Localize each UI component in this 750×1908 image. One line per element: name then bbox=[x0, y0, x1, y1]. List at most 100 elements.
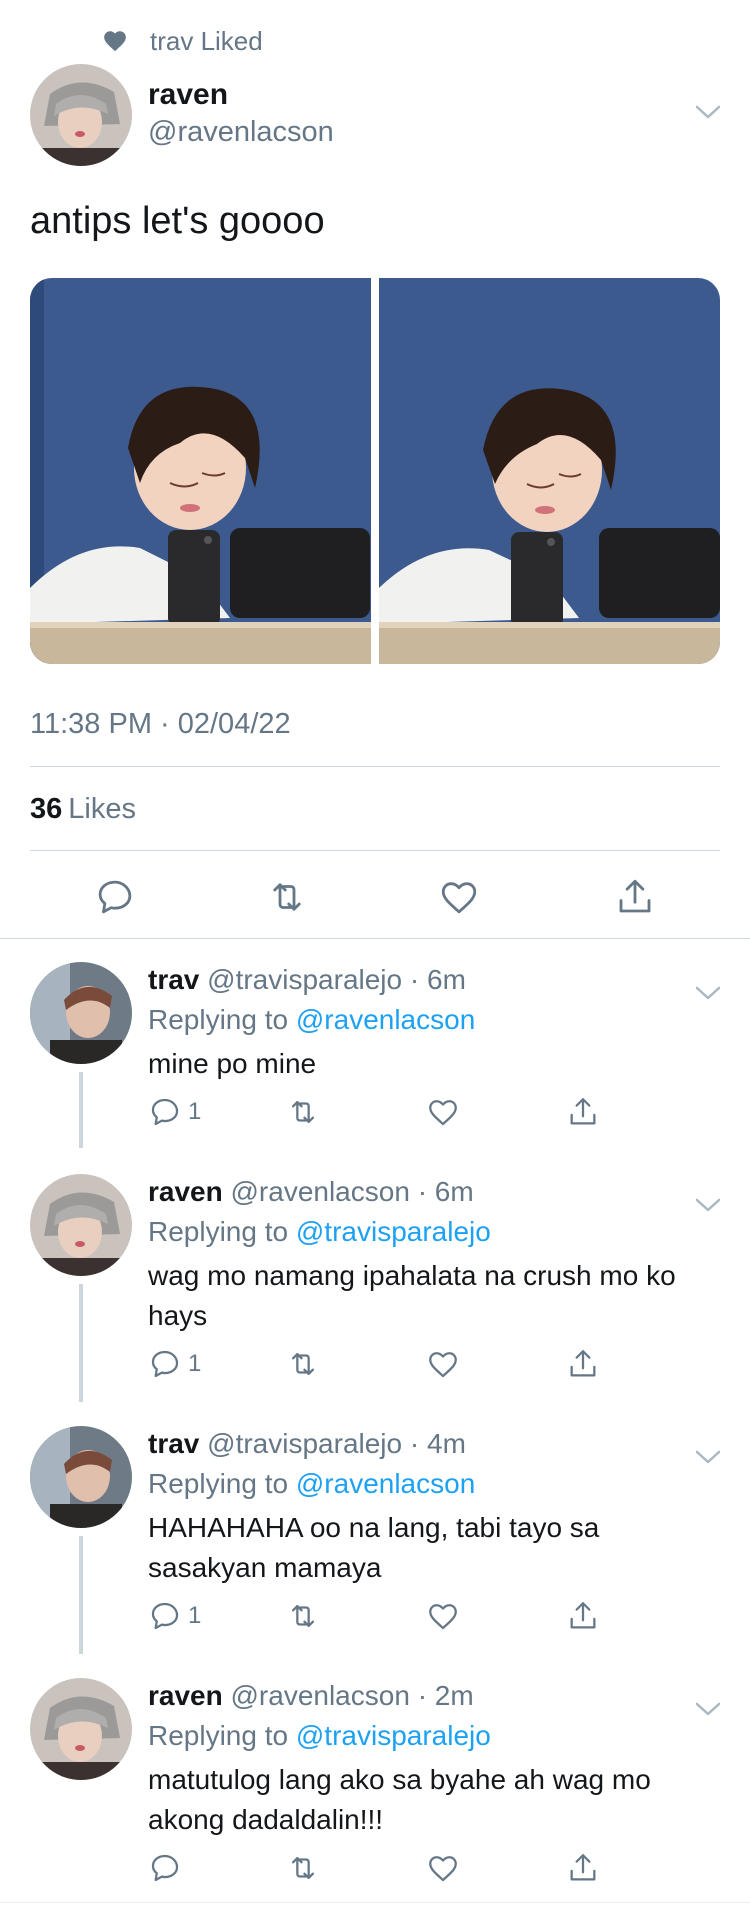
like-button[interactable] bbox=[426, 1346, 460, 1382]
avatar[interactable] bbox=[30, 1678, 132, 1780]
reply-time: · 4m bbox=[409, 1428, 466, 1459]
reply-text: matutulog lang ako sa byahe ah wag mo ak… bbox=[148, 1764, 651, 1835]
chevron-down-icon[interactable] bbox=[694, 984, 722, 1002]
reply-tweet[interactable]: raven @ravenlacson · 6m Replying to @tra… bbox=[0, 1174, 750, 1402]
reply-author-handle[interactable]: @ravenlacson bbox=[231, 1176, 410, 1207]
reply-time: · 2m bbox=[417, 1680, 474, 1711]
reply-icon bbox=[151, 1854, 179, 1882]
author-handle[interactable]: @ravenlacson bbox=[148, 116, 334, 149]
thread-line bbox=[79, 1284, 83, 1402]
retweet-button[interactable] bbox=[286, 1850, 320, 1886]
reply-author-handle[interactable]: @travisparalejo bbox=[207, 964, 402, 995]
retweet-button[interactable] bbox=[286, 1094, 320, 1130]
reply-actions bbox=[0, 1850, 750, 1886]
reply-author-name[interactable]: trav bbox=[148, 1428, 199, 1459]
social-context-label: trav Liked bbox=[150, 25, 263, 56]
reply-author-name[interactable]: raven bbox=[148, 1176, 223, 1207]
photo-image bbox=[379, 278, 720, 664]
tweet-timestamp[interactable]: 11:38 PM · 02/04/22 bbox=[30, 708, 291, 741]
avatar-photo bbox=[30, 962, 132, 1064]
share-button[interactable] bbox=[566, 1094, 600, 1130]
avatar-photo bbox=[30, 1426, 132, 1528]
share-button[interactable] bbox=[566, 1346, 600, 1382]
retweet-icon bbox=[291, 1604, 315, 1628]
tweet-text: antips let's goooo bbox=[30, 200, 325, 242]
avatar-photo bbox=[30, 1174, 132, 1276]
share-icon bbox=[570, 1854, 596, 1881]
share-icon bbox=[570, 1602, 596, 1629]
reply-count: 1 bbox=[188, 1602, 202, 1629]
avatar[interactable] bbox=[30, 1426, 132, 1528]
replying-prefix: Replying to bbox=[148, 1216, 289, 1247]
reply-tweet[interactable]: raven @ravenlacson · 2m Replying to @tra… bbox=[0, 1678, 750, 1902]
likes-number: 36 bbox=[30, 793, 63, 825]
like-button[interactable] bbox=[426, 1598, 460, 1634]
like-icon[interactable] bbox=[438, 876, 480, 918]
reply-button[interactable]: 1 bbox=[148, 1598, 201, 1634]
reply-header: trav @travisparalejo · 4m bbox=[148, 1428, 466, 1460]
reply-button[interactable]: 1 bbox=[148, 1094, 201, 1130]
avatar-photo bbox=[30, 1678, 132, 1780]
reply-tweet[interactable]: trav @travisparalejo · 6m Replying to @r… bbox=[0, 962, 750, 1148]
photo-image bbox=[30, 278, 371, 664]
avatar[interactable] bbox=[30, 1174, 132, 1276]
reply-author-name[interactable]: raven bbox=[148, 1680, 223, 1711]
like-button[interactable] bbox=[426, 1850, 460, 1886]
avatar[interactable] bbox=[30, 962, 132, 1064]
share-icon[interactable] bbox=[614, 876, 656, 918]
divider bbox=[0, 1902, 750, 1903]
reply-header: trav @travisparalejo · 6m bbox=[148, 964, 466, 996]
reply-text: HAHAHAHA oo na lang, tabi tayo sa sasaky… bbox=[148, 1512, 600, 1583]
avatar[interactable] bbox=[30, 64, 132, 166]
retweet-button[interactable] bbox=[286, 1598, 320, 1634]
reply-button[interactable]: 1 bbox=[148, 1346, 201, 1382]
replying-to-mention[interactable]: @ravenlacson bbox=[296, 1004, 475, 1035]
avatar-photo bbox=[30, 64, 132, 166]
media-photo-1[interactable] bbox=[30, 278, 371, 664]
like-icon bbox=[429, 1352, 457, 1378]
chevron-down-icon[interactable] bbox=[694, 1700, 722, 1718]
reply-icon bbox=[151, 1602, 179, 1630]
divider bbox=[30, 766, 720, 767]
heart-icon bbox=[104, 31, 126, 52]
reply-actions: 1 bbox=[0, 1346, 750, 1382]
share-button[interactable] bbox=[566, 1850, 600, 1886]
reply-author-handle[interactable]: @ravenlacson bbox=[231, 1680, 410, 1711]
reply-author-name[interactable]: trav bbox=[148, 964, 199, 995]
tweet-actions bbox=[0, 876, 750, 918]
media-photo-2[interactable] bbox=[379, 278, 720, 664]
chevron-down-icon[interactable] bbox=[694, 1448, 722, 1466]
chevron-down-icon[interactable] bbox=[694, 1196, 722, 1214]
reply-count: 1 bbox=[188, 1098, 202, 1125]
thread-line bbox=[79, 1536, 83, 1654]
replying-to: Replying to @travisparalejo bbox=[148, 1216, 491, 1248]
like-button[interactable] bbox=[426, 1094, 460, 1130]
replying-to-mention[interactable]: @ravenlacson bbox=[296, 1468, 475, 1499]
retweet-icon bbox=[291, 1352, 315, 1376]
tweet-media[interactable] bbox=[30, 278, 720, 664]
reply-header: raven @ravenlacson · 6m bbox=[148, 1176, 474, 1208]
retweet-button[interactable] bbox=[286, 1346, 320, 1382]
share-button[interactable] bbox=[566, 1598, 600, 1634]
replying-prefix: Replying to bbox=[148, 1468, 289, 1499]
chevron-down-icon[interactable] bbox=[694, 102, 722, 122]
reply-author-handle[interactable]: @travisparalejo bbox=[207, 1428, 402, 1459]
share-icon bbox=[570, 1098, 596, 1125]
replying-to-mention[interactable]: @travisparalejo bbox=[296, 1720, 491, 1751]
reply-header: raven @ravenlacson · 2m bbox=[148, 1680, 474, 1712]
likes-count[interactable]: 36 Likes bbox=[30, 793, 136, 826]
reply-icon bbox=[151, 1350, 179, 1378]
retweet-icon bbox=[291, 1100, 315, 1124]
reply-icon[interactable] bbox=[94, 876, 136, 918]
reply-count: 1 bbox=[188, 1350, 202, 1377]
reply-actions: 1 bbox=[0, 1598, 750, 1634]
reply-button[interactable] bbox=[148, 1850, 188, 1886]
like-icon bbox=[429, 1856, 457, 1882]
reply-tweet[interactable]: trav @travisparalejo · 4m Replying to @r… bbox=[0, 1426, 750, 1654]
author-name[interactable]: raven bbox=[148, 78, 228, 112]
like-icon bbox=[429, 1100, 457, 1126]
retweet-icon[interactable] bbox=[266, 876, 308, 918]
social-context[interactable]: trav Liked bbox=[102, 24, 263, 58]
reply-time: · 6m bbox=[409, 964, 466, 995]
replying-to-mention[interactable]: @travisparalejo bbox=[296, 1216, 491, 1247]
